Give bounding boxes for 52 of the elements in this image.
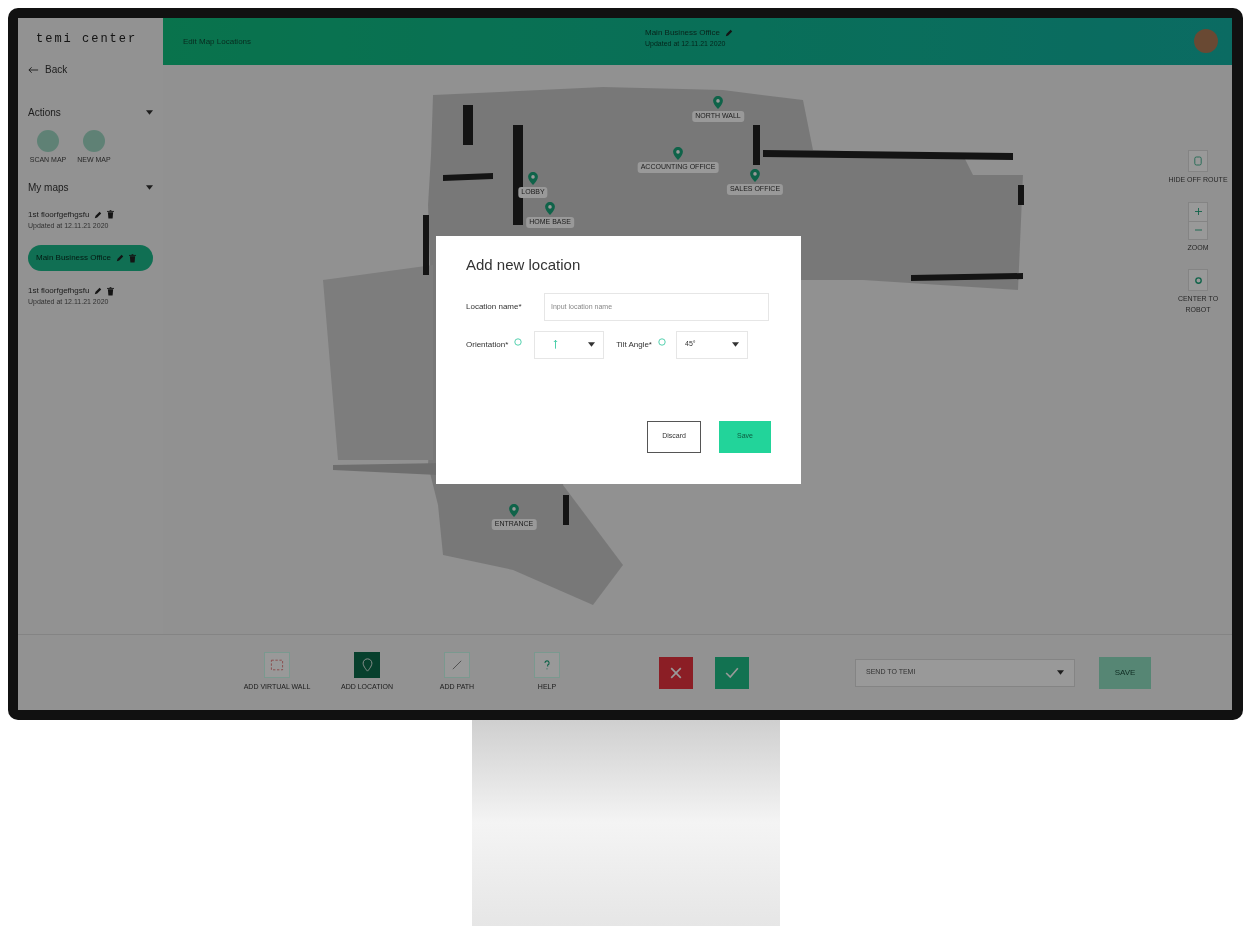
map-list-item[interactable]: Main Business Office — [28, 245, 153, 271]
info-icon[interactable] — [658, 337, 666, 346]
pencil-icon[interactable] — [94, 210, 103, 219]
caret-icon — [588, 342, 596, 347]
cancel-button[interactable] — [659, 656, 693, 689]
tool-button[interactable] — [354, 652, 380, 679]
back-arrow-icon — [28, 65, 39, 74]
dialog-title: Add new location — [466, 255, 582, 275]
section-title: Actions — [28, 106, 61, 120]
chevron-icon[interactable] — [146, 110, 153, 115]
chevron-icon[interactable] — [146, 184, 153, 190]
back-link[interactable]: Back — [28, 62, 153, 77]
field-label: Tilt Angle* — [616, 338, 652, 351]
app-logo: temi center — [35, 31, 139, 48]
info-icon[interactable] — [514, 337, 523, 346]
location-pin-icon[interactable] — [545, 202, 555, 215]
target-icon — [1193, 275, 1203, 285]
pencil-icon[interactable] — [725, 29, 733, 37]
tool-button[interactable] — [264, 652, 290, 679]
field-label: Orientation* — [466, 338, 509, 351]
caret-icon — [732, 342, 739, 347]
location-pin-icon[interactable] — [713, 96, 723, 109]
map-name: Main Business Office — [36, 252, 111, 264]
location-pin-icon[interactable] — [750, 169, 760, 182]
minus-icon — [1194, 229, 1202, 231]
avatar[interactable] — [1194, 29, 1218, 53]
confirm-button[interactable] — [715, 656, 749, 689]
section-title: My maps — [28, 180, 69, 195]
close-icon — [670, 666, 682, 679]
robot-icon — [1194, 156, 1202, 166]
trash-icon[interactable] — [107, 286, 115, 296]
map-name: 1st floorfgefhgsfu — [28, 285, 90, 297]
arrow-icon — [553, 339, 559, 350]
trash-icon[interactable] — [129, 253, 136, 263]
action-icon[interactable] — [83, 130, 105, 152]
field-label: Location name* — [466, 300, 523, 313]
map-name: 1st floorfgefhgsfu — [28, 208, 90, 221]
check-icon — [725, 666, 739, 679]
location-pin-icon[interactable] — [673, 147, 683, 160]
location-pin-icon[interactable] — [509, 504, 519, 517]
plus-icon — [1194, 208, 1202, 215]
location-pin-icon[interactable] — [528, 172, 538, 185]
map-title: Main Business Office — [645, 27, 720, 39]
pencil-icon[interactable] — [116, 254, 124, 262]
pencil-icon[interactable] — [94, 287, 103, 295]
action-icon[interactable] — [37, 130, 59, 152]
caret-icon — [1057, 670, 1064, 675]
save-button[interactable]: SAVE — [1099, 656, 1151, 689]
location-pin-icon — [361, 658, 373, 673]
trash-icon[interactable] — [107, 210, 115, 219]
route-toggle-button[interactable] — [1188, 150, 1208, 172]
center-robot-button[interactable] — [1188, 269, 1208, 291]
